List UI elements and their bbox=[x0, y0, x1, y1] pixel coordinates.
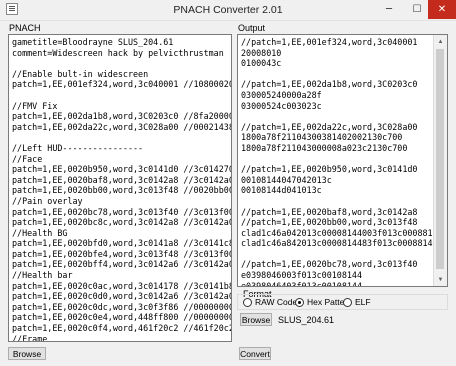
output-label: Output bbox=[238, 23, 266, 33]
format-option-raw[interactable]: RAW Code bbox=[243, 297, 297, 307]
output-textarea[interactable]: //patch=1,EE,001ef324,word,3c040001 2000… bbox=[237, 34, 448, 287]
pnach-textarea[interactable]: gametitle=Bloodrayne SLUS_204.61 comment… bbox=[8, 34, 232, 342]
output-text: //patch=1,EE,001ef324,word,3c040001 2000… bbox=[241, 37, 443, 287]
format-option-elf-label: ELF bbox=[355, 297, 371, 307]
output-file-name: SLUS_204.61 bbox=[278, 315, 335, 325]
output-scrollbar[interactable]: ▲ ▼ bbox=[433, 35, 447, 286]
maximize-button[interactable]: ☐ bbox=[403, 0, 431, 19]
convert-button[interactable]: Convert bbox=[239, 347, 271, 360]
format-option-elf[interactable]: ELF bbox=[343, 297, 371, 307]
radio-icon bbox=[243, 297, 252, 307]
scroll-thumb[interactable] bbox=[436, 49, 444, 269]
format-option-raw-label: RAW Code bbox=[255, 297, 298, 307]
output-browse-button[interactable]: Browse bbox=[240, 313, 272, 326]
scroll-down-icon[interactable]: ▼ bbox=[434, 273, 447, 286]
radio-icon bbox=[343, 297, 352, 307]
pnach-label: PNACH bbox=[9, 23, 41, 33]
close-button[interactable]: ✕ bbox=[428, 0, 456, 19]
scroll-up-icon[interactable]: ▲ bbox=[434, 35, 447, 48]
pnach-browse-button[interactable]: Browse bbox=[8, 347, 46, 360]
pnach-text: gametitle=Bloodrayne SLUS_204.61 comment… bbox=[12, 37, 232, 342]
title-bar: PNACH Converter 2.01 ─ ☐ ✕ bbox=[0, 0, 456, 21]
radio-selected-icon bbox=[295, 297, 304, 307]
minimize-button[interactable]: ─ bbox=[375, 0, 403, 19]
